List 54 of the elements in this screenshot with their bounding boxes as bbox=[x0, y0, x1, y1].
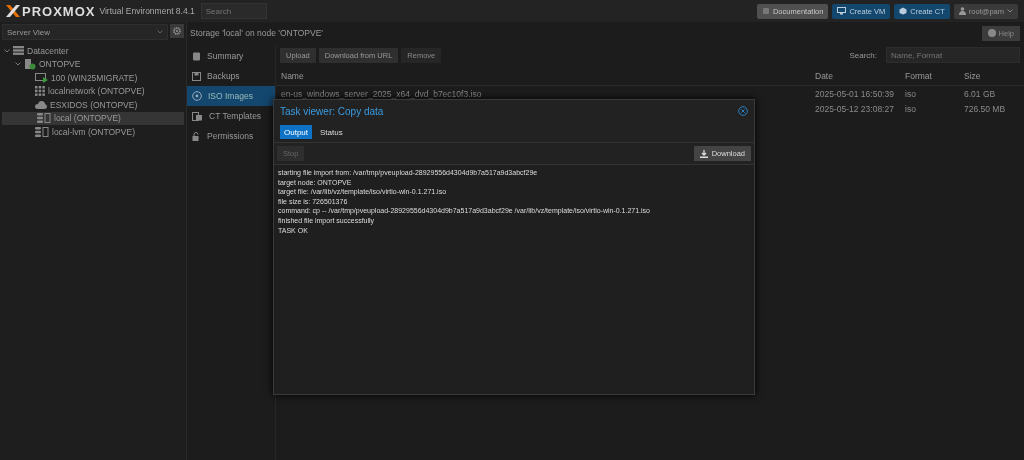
logo-icon bbox=[6, 5, 20, 17]
server-rack-icon bbox=[13, 46, 24, 56]
table-cell-text: 2025-05-12 23:08:27 bbox=[815, 103, 895, 114]
tree-item[interactable]: ESXIDOS (ONTOPVE) bbox=[0, 98, 186, 112]
menu-item[interactable]: CT Templates bbox=[187, 106, 275, 126]
menu-item[interactable]: Permissions bbox=[187, 126, 275, 146]
search-label: Search: bbox=[849, 50, 877, 60]
close-icon[interactable] bbox=[738, 106, 748, 116]
column-header[interactable]: Name bbox=[281, 70, 815, 81]
unlock-icon bbox=[192, 131, 201, 141]
table-cell-text: 6.01 GB bbox=[964, 88, 997, 99]
tab[interactable]: Output bbox=[280, 125, 312, 139]
table-cell-text: 2025-05-01 16:50:39 bbox=[815, 88, 895, 99]
product-version: Virtual Environment 8.4.1 bbox=[99, 6, 195, 16]
settings-button[interactable] bbox=[170, 24, 184, 38]
table-cell-text: iso bbox=[905, 88, 917, 99]
expander-icon bbox=[4, 48, 10, 53]
column-header[interactable]: Date bbox=[815, 70, 905, 81]
panel-title: Storage 'local' on node 'ONTOPVE' bbox=[190, 28, 323, 38]
cube-icon bbox=[899, 7, 908, 15]
view-selector[interactable]: Server View bbox=[2, 24, 168, 40]
grid-icon bbox=[35, 86, 45, 97]
settings-icon bbox=[173, 27, 181, 35]
tree-item[interactable]: local-lvm (ONTOPVE) bbox=[0, 125, 186, 139]
tree-item[interactable]: 100 (WIN25MIGRATE) bbox=[0, 71, 186, 85]
running-vm-icon bbox=[35, 72, 48, 83]
monitor-icon bbox=[837, 7, 847, 15]
menu-item[interactable]: Backups bbox=[187, 66, 275, 86]
download-icon bbox=[699, 149, 708, 158]
caret-icon bbox=[157, 30, 163, 34]
table-cell-text: 726.50 MB bbox=[964, 103, 1007, 114]
tree-item[interactable]: local (ONTOPVE) bbox=[2, 111, 184, 125]
logo-text: PROXMOX bbox=[22, 3, 96, 19]
copy-icon bbox=[192, 111, 203, 121]
expander-icon bbox=[15, 62, 21, 67]
dialog-title: Task viewer: Copy data bbox=[280, 105, 384, 117]
search-field[interactable]: Search bbox=[200, 3, 267, 19]
storage-icon bbox=[37, 113, 51, 124]
table-cell-text: iso bbox=[905, 103, 917, 114]
caret-icon bbox=[1007, 9, 1013, 13]
column-header[interactable]: Format bbox=[905, 70, 964, 81]
tree-item[interactable]: Datacenter bbox=[0, 44, 186, 58]
tree-item[interactable]: localnetwork (ONTOPVE) bbox=[0, 84, 186, 98]
menu-item[interactable]: Summary bbox=[187, 46, 275, 66]
storage-icon bbox=[35, 126, 49, 137]
tab[interactable]: Status bbox=[316, 125, 347, 139]
disc-icon bbox=[192, 91, 202, 101]
menu-item[interactable]: ISO Images bbox=[187, 86, 275, 106]
search-field[interactable]: Name, Format bbox=[886, 47, 1020, 63]
tree-item[interactable]: ONTOPVE bbox=[0, 57, 186, 71]
node-online-icon bbox=[24, 58, 36, 70]
column-header[interactable]: Size bbox=[964, 70, 1024, 81]
cloud-download-icon bbox=[35, 100, 47, 110]
user-icon bbox=[958, 7, 966, 15]
